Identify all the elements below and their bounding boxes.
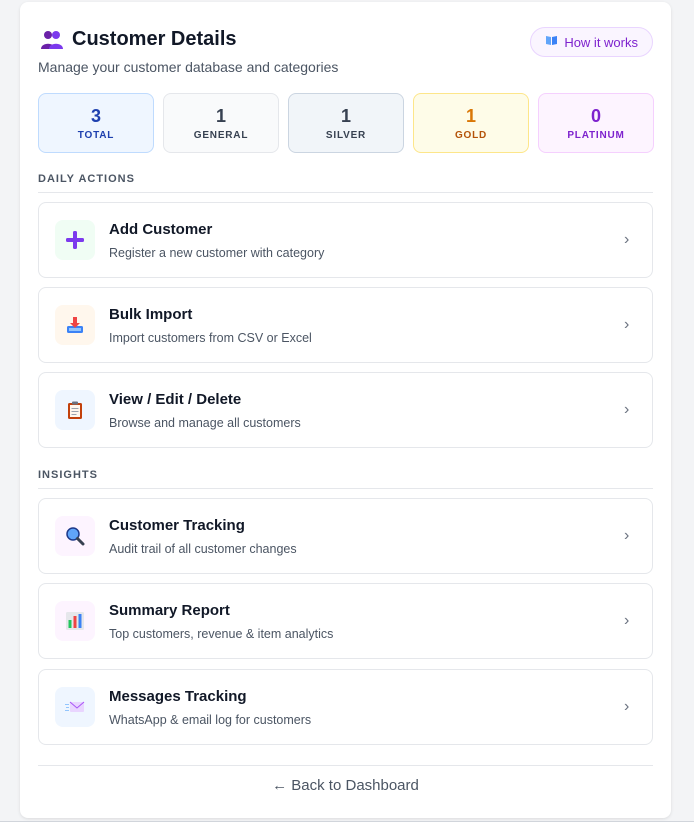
action-description: Register a new customer with category — [109, 245, 325, 260]
action-title: View / Edit / Delete — [109, 390, 242, 408]
stat-general[interactable]: 1 GENERAL — [163, 93, 279, 153]
action-title: Bulk Import — [109, 305, 193, 323]
divider — [38, 765, 653, 766]
stats-row: 3 TOTAL 1 GENERAL 1 SILVER 1 GOLD 0 PLAT… — [38, 93, 654, 153]
bottom-edge — [0, 821, 694, 826]
stat-label: GENERAL — [193, 129, 249, 141]
page-subtitle: Manage your customer database and catego… — [38, 59, 339, 75]
clipboard-icon — [55, 390, 95, 430]
action-title: Messages Tracking — [109, 687, 247, 705]
chevron-right-icon: › — [624, 698, 630, 715]
action-description: WhatsApp & email log for customers — [109, 712, 312, 727]
customer-details-card: Customer Details Manage your customer da… — [20, 2, 671, 818]
stat-silver[interactable]: 1 SILVER — [288, 93, 404, 153]
chevron-right-icon: › — [624, 527, 630, 544]
action-summary-report[interactable]: Summary Report Top customers, revenue & … — [38, 583, 653, 659]
section-label-insights: INSIGHTS — [38, 469, 98, 481]
book-icon — [545, 35, 558, 49]
stat-value: 3 — [90, 105, 101, 126]
plus-icon — [55, 220, 95, 260]
how-it-works-button[interactable]: How it works — [530, 27, 653, 57]
magnifier-icon — [55, 516, 95, 556]
divider — [38, 488, 653, 489]
stat-gold[interactable]: 1 GOLD — [413, 93, 529, 153]
page-title: Customer Details — [72, 28, 237, 50]
stat-value: 1 — [465, 105, 476, 126]
stat-label: SILVER — [325, 129, 367, 141]
stat-value: 1 — [215, 105, 226, 126]
action-title: Customer Tracking — [109, 516, 245, 534]
action-description: Browse and manage all customers — [109, 415, 301, 430]
stat-value: 0 — [590, 105, 601, 126]
action-view-edit-delete[interactable]: View / Edit / Delete Browse and manage a… — [38, 372, 653, 448]
chevron-right-icon: › — [624, 612, 630, 629]
chevron-right-icon: › — [624, 316, 630, 333]
how-it-works-label: How it works — [564, 34, 638, 50]
stat-label: PLATINUM — [567, 129, 625, 141]
action-customer-tracking[interactable]: Customer Tracking Audit trail of all cus… — [38, 498, 653, 574]
inbox-tray-icon — [55, 305, 95, 345]
stat-value: 1 — [340, 105, 351, 126]
back-to-dashboard-link[interactable]: ← Back to Dashboard — [20, 777, 671, 794]
action-title: Add Customer — [109, 220, 213, 238]
chevron-right-icon: › — [624, 231, 630, 248]
action-title: Summary Report — [109, 601, 230, 619]
divider — [38, 192, 653, 193]
action-add-customer[interactable]: Add Customer Register a new customer wit… — [38, 202, 653, 278]
action-description: Audit trail of all customer changes — [109, 541, 297, 556]
section-label-daily: DAILY ACTIONS — [38, 173, 135, 185]
stat-total[interactable]: 3 TOTAL — [38, 93, 154, 153]
people-icon — [41, 30, 63, 49]
stat-label: TOTAL — [77, 129, 115, 141]
bar-chart-icon — [55, 601, 95, 641]
chevron-right-icon: › — [624, 401, 630, 418]
envelope-icon — [55, 687, 95, 727]
header: Customer Details — [40, 28, 237, 51]
action-messages-tracking[interactable]: Messages Tracking WhatsApp & email log f… — [38, 669, 653, 745]
stat-label: GOLD — [454, 129, 488, 141]
action-description: Top customers, revenue & item analytics — [109, 626, 334, 641]
stat-platinum[interactable]: 0 PLATINUM — [538, 93, 654, 153]
action-description: Import customers from CSV or Excel — [109, 330, 312, 345]
action-bulk-import[interactable]: Bulk Import Import customers from CSV or… — [38, 287, 653, 363]
